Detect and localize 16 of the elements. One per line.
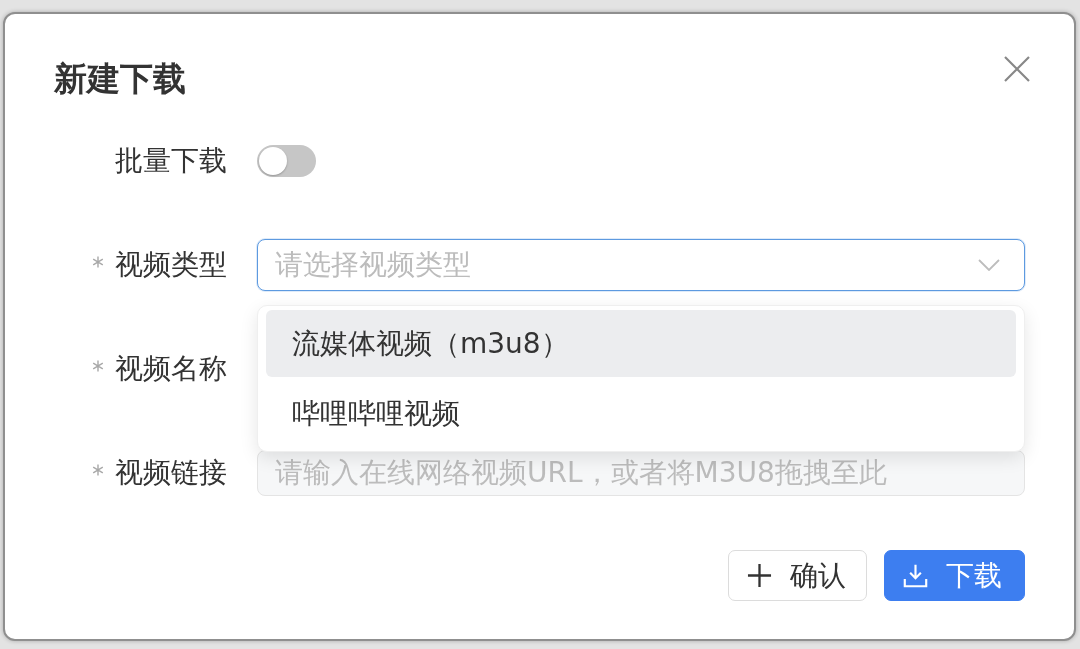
field-label: 视频类型 xyxy=(115,248,227,282)
caret-icon xyxy=(978,259,1000,271)
close-icon xyxy=(1004,56,1030,82)
field-label: 视频链接 xyxy=(115,456,227,490)
plus-icon xyxy=(747,563,772,588)
field-label: 批量下载 xyxy=(115,144,227,178)
input-placeholder: 请输入在线网络视频URL，或者将M3U8拖拽至此 xyxy=(275,456,887,490)
toggle-switch[interactable] xyxy=(257,145,316,177)
close-button[interactable] xyxy=(1004,56,1030,82)
select-placeholder: 请选择视频类型 xyxy=(275,248,471,282)
dropdown-option[interactable]: 流媒体视频（m3u8） xyxy=(266,310,1016,377)
confirm-button[interactable]: 确认 xyxy=(728,550,867,601)
download-icon xyxy=(903,563,928,588)
field-label: 视频名称 xyxy=(115,352,227,386)
dialog-title: 新建下载 xyxy=(54,60,186,98)
download-button[interactable]: 下载 xyxy=(884,550,1025,601)
